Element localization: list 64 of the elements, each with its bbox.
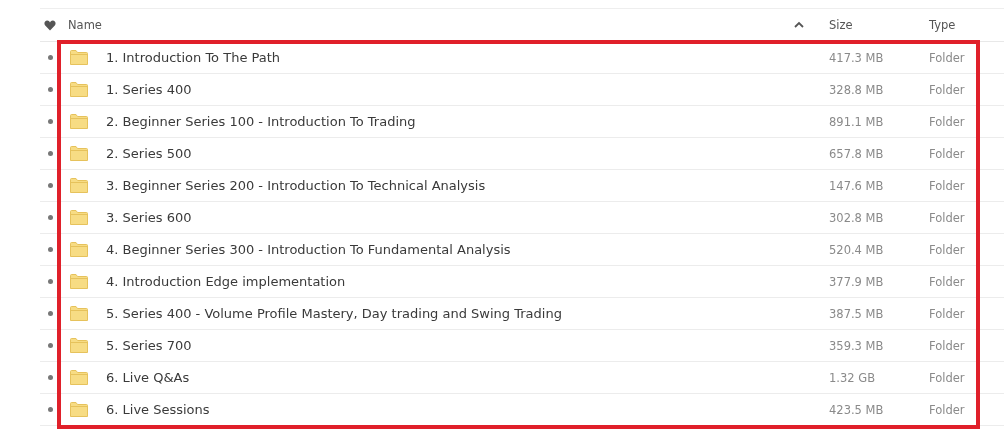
size-cell: 377.9 MB (829, 274, 884, 289)
folder-icon (70, 338, 88, 353)
bullet-icon (47, 343, 53, 348)
folder-name[interactable]: 1. Introduction To The Path (106, 50, 281, 65)
bullet-icon (47, 119, 53, 124)
type-cell: Folder (929, 402, 965, 417)
size-cell: 657.8 MB (829, 146, 884, 161)
folder-name[interactable]: 2. Beginner Series 100 - Introduction To Trading (106, 114, 416, 129)
size-cell: 302.8 MB (829, 210, 884, 225)
name-column-header[interactable]: Name (68, 18, 102, 32)
bullet-icon (47, 247, 53, 252)
size-cell: 147.6 MB (829, 178, 884, 193)
folder-name[interactable]: 6. Live Q&As (106, 370, 190, 385)
folder-icon (70, 402, 88, 417)
folder-name[interactable]: 5. Series 400 - Volume Profile Mastery, Day trading and Swing Trading (106, 306, 562, 321)
size-cell: 417.3 MB (829, 50, 884, 65)
type-column-header[interactable]: Type (929, 18, 956, 32)
folder-name[interactable]: 4. Introduction Edge implementation (106, 274, 346, 289)
folder-name[interactable]: 6. Live Sessions (106, 402, 210, 417)
folder-name[interactable]: 3. Series 600 (106, 210, 192, 225)
bullet-icon (47, 311, 53, 316)
folder-icon (70, 210, 88, 225)
type-cell: Folder (929, 82, 965, 97)
size-cell: 520.4 MB (829, 242, 884, 257)
type-cell: Folder (929, 50, 965, 65)
folder-icon (70, 146, 88, 161)
bullet-icon (47, 279, 53, 284)
type-cell: Folder (929, 114, 965, 129)
size-cell: 1.32 GB (829, 370, 876, 385)
type-cell: Folder (929, 274, 965, 289)
folder-icon (70, 274, 88, 289)
bullet-icon (47, 407, 53, 412)
type-cell: Folder (929, 242, 965, 257)
type-cell: Folder (929, 210, 965, 225)
heart-icon (44, 19, 56, 31)
bullet-icon (47, 55, 53, 60)
size-cell: 328.8 MB (829, 82, 884, 97)
type-cell: Folder (929, 370, 965, 385)
type-cell: Folder (929, 146, 965, 161)
folder-icon (70, 114, 88, 129)
bullet-icon (47, 87, 53, 92)
folder-icon (70, 82, 88, 97)
folder-icon (70, 370, 88, 385)
folder-icon (70, 242, 88, 257)
folder-name[interactable]: 4. Beginner Series 300 - Introduction To Fundamental Analysis (106, 242, 511, 257)
folder-name[interactable]: 5. Series 700 (106, 338, 192, 353)
folder-name[interactable]: 2. Series 500 (106, 146, 192, 161)
type-cell: Folder (929, 178, 965, 193)
bullet-icon (47, 215, 53, 220)
bullet-icon (47, 151, 53, 156)
type-cell: Folder (929, 338, 965, 353)
size-cell: 387.5 MB (829, 306, 884, 321)
folder-icon (70, 50, 88, 65)
size-cell: 423.5 MB (829, 402, 884, 417)
folder-icon (70, 178, 88, 193)
bullet-icon (47, 183, 53, 188)
size-cell: 891.1 MB (829, 114, 884, 129)
folder-icon (70, 306, 88, 321)
bullet-icon (47, 375, 53, 380)
type-cell: Folder (929, 306, 965, 321)
size-cell: 359.3 MB (829, 338, 884, 353)
folder-name[interactable]: 1. Series 400 (106, 82, 192, 97)
size-column-header[interactable]: Size (829, 18, 853, 32)
folder-name[interactable]: 3. Beginner Series 200 - Introduction To Technical Analysis (106, 178, 486, 193)
